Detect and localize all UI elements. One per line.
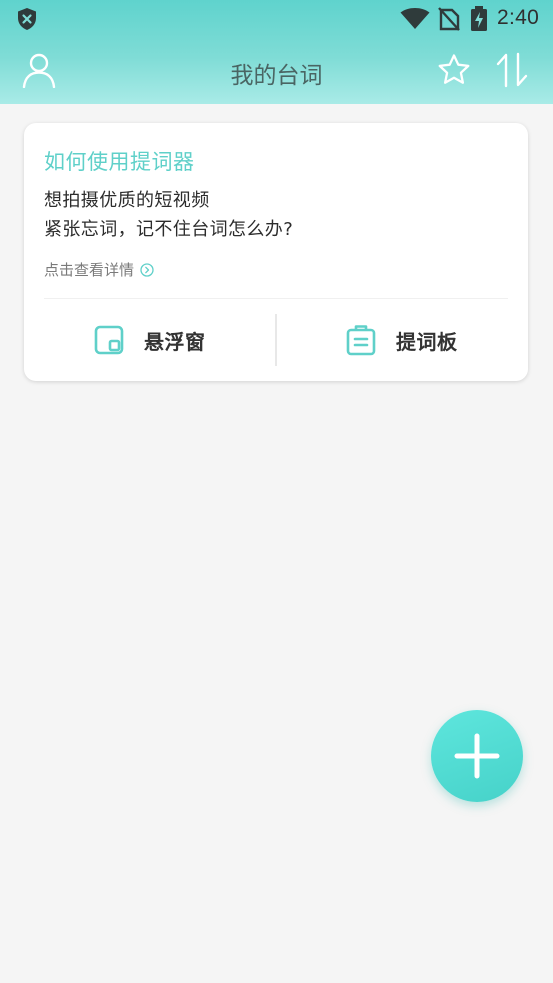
guide-text-line: 想拍摄优质的短视频 — [44, 190, 210, 211]
battery-charging-icon — [471, 6, 487, 31]
floating-window-button[interactable]: 悬浮窗 — [94, 314, 206, 366]
guide-title: 如何使用提词器 — [44, 150, 195, 174]
details-link[interactable]: 点击查看详情 — [44, 259, 154, 280]
action-separator — [275, 314, 277, 366]
add-script-button[interactable] — [431, 710, 523, 802]
floating-window-icon — [94, 325, 124, 355]
status-bar: 2:40 — [0, 0, 553, 38]
details-link-label: 点击查看详情 — [44, 261, 135, 279]
clipboard-icon — [346, 325, 376, 356]
sort-icon[interactable] — [495, 52, 529, 88]
prompter-board-label: 提词板 — [396, 329, 458, 354]
prompter-board-button[interactable]: 提词板 — [346, 314, 458, 366]
app-bar: 我的台词 — [0, 38, 553, 104]
star-icon[interactable] — [437, 53, 471, 87]
floating-window-label: 悬浮窗 — [144, 329, 206, 354]
header-background: 2:40 我的台词 — [0, 0, 553, 104]
no-sim-icon — [438, 7, 460, 31]
guide-card[interactable]: 如何使用提词器 想拍摄优质的短视频 紧张忘词，记不住台词怎么办? 点击查看详情 … — [24, 123, 528, 381]
guide-text-line: 紧张忘词，记不住台词怎么办? — [44, 219, 294, 240]
card-divider — [44, 298, 508, 299]
plus-icon — [454, 733, 500, 779]
wifi-icon — [400, 8, 430, 29]
shield-icon — [18, 8, 36, 30]
chevron-right-circle-icon — [140, 262, 154, 277]
status-time: 2:40 — [497, 6, 540, 29]
